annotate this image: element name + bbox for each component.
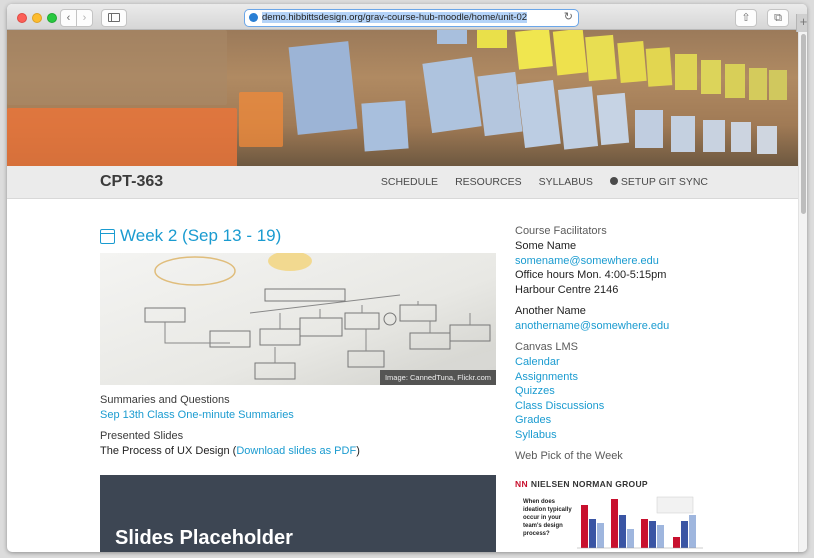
slides-description: The Process of UX Design (Download slide… <box>100 445 496 457</box>
lms-link-assignments[interactable]: Assignments <box>515 370 715 385</box>
title-bar: ‹ › demo.hibbittsdesign.org/grav-course-… <box>7 4 807 30</box>
url-text: demo.hibbittsdesign.org/grav-course-hub-… <box>262 12 528 23</box>
slides-label: Presented Slides <box>100 430 184 442</box>
facilitators-heading: Course Facilitators <box>515 225 607 237</box>
header-banner-image <box>7 30 798 166</box>
sidebar-toggle-button[interactable] <box>101 9 127 27</box>
nn-logo: NN <box>515 479 528 489</box>
facilitator-1-location: Harbour Centre 2146 <box>515 283 619 296</box>
share-icon: ⇧ <box>741 12 751 24</box>
back-button[interactable]: ‹ <box>60 9 77 27</box>
main-content: Week 2 (Sep 13 - 19) Image: CannedTuna, … <box>100 225 496 457</box>
nav-setup-git-sync[interactable]: SETUP GIT SYNC <box>609 176 708 188</box>
nn-question: When does ideation typically occur in yo… <box>523 499 572 537</box>
lms-heading: Canvas LMS <box>515 341 578 353</box>
plus-icon: + <box>799 14 807 29</box>
scrollbar-thumb[interactable] <box>801 34 806 214</box>
download-slides-link[interactable]: Download slides as PDF <box>236 445 356 457</box>
main-nav: SCHEDULE RESOURCES SYLLABUS SETUP GIT SY… <box>381 176 708 188</box>
facilitator-2-name: Another Name <box>515 305 586 317</box>
nav-schedule[interactable]: SCHEDULE <box>381 176 438 188</box>
new-tab-button[interactable]: + <box>796 14 807 32</box>
image-credit: Image: CannedTuna, Flickr.com <box>379 370 496 385</box>
week-title-text: Week 2 (Sep 13 - 19) <box>120 226 282 245</box>
summaries-link[interactable]: Sep 13th Class One-minute Summaries <box>100 409 496 421</box>
lms-link-calendar[interactable]: Calendar <box>515 355 715 370</box>
facilitator-1-email[interactable]: somename@somewhere.edu <box>515 254 715 269</box>
calendar-icon <box>100 228 115 244</box>
browser-window: ‹ › demo.hibbittsdesign.org/grav-course-… <box>7 4 807 552</box>
unit-image: Image: CannedTuna, Flickr.com <box>100 253 496 385</box>
web-pick-heading: Web Pick of the Week <box>515 450 623 462</box>
nn-brand-name: NIELSEN NORMAN GROUP <box>530 479 648 489</box>
lms-link-syllabus[interactable]: Syllabus <box>515 428 715 443</box>
lms-link-class-discussions[interactable]: Class Discussions <box>515 399 715 414</box>
lms-link-grades[interactable]: Grades <box>515 413 715 428</box>
sidebar-icon <box>108 13 120 22</box>
forward-icon: › <box>82 12 87 24</box>
page-scrollbar[interactable] <box>798 30 807 552</box>
summaries-label: Summaries and Questions <box>100 394 230 406</box>
facilitator-2-email[interactable]: anothername@somewhere.edu <box>515 319 715 334</box>
course-nav-bar: CPT-363 SCHEDULE RESOURCES SYLLABUS SETU… <box>7 166 798 199</box>
course-title[interactable]: CPT-363 <box>100 173 163 191</box>
sidebar: Course Facilitators Some Name somename@s… <box>515 225 715 464</box>
slides-placeholder-title: Slides Placeholder <box>115 527 293 549</box>
slides-paren: ) <box>356 445 360 457</box>
close-window-button[interactable] <box>17 13 27 23</box>
web-pick-card[interactable]: NN NIELSEN NORMAN GROUP When does ideatio… <box>515 479 705 552</box>
reload-icon[interactable]: ↻ <box>564 10 573 25</box>
slides-embed[interactable]: Slides Placeholder <box>100 475 496 552</box>
forward-button[interactable]: › <box>76 9 93 27</box>
share-button[interactable]: ⇧ <box>735 9 757 27</box>
zoom-window-button[interactable] <box>47 13 57 23</box>
back-icon: ‹ <box>66 12 71 24</box>
week-title: Week 2 (Sep 13 - 19) <box>100 225 496 247</box>
show-tabs-button[interactable]: ⧉ <box>767 9 789 27</box>
nav-syllabus[interactable]: SYLLABUS <box>539 176 593 188</box>
gear-icon <box>609 177 618 185</box>
tabs-icon: ⧉ <box>774 12 782 24</box>
site-globe-icon <box>249 13 258 22</box>
nav-setup-git-sync-label: SETUP GIT SYNC <box>620 176 708 188</box>
minimize-window-button[interactable] <box>32 13 42 23</box>
nn-brand: NN NIELSEN NORMAN GROUP <box>515 479 705 489</box>
nn-bar-chart-thumbnail <box>577 496 703 549</box>
lms-link-quizzes[interactable]: Quizzes <box>515 384 715 399</box>
address-bar[interactable]: demo.hibbittsdesign.org/grav-course-hub-… <box>244 9 579 27</box>
facilitator-1-hours: Office hours Mon. 4:00-5:15pm <box>515 269 667 281</box>
nav-resources[interactable]: RESOURCES <box>455 176 522 188</box>
facilitator-1-name: Some Name <box>515 240 577 252</box>
slides-title: The Process of UX Design ( <box>100 445 237 457</box>
flow-diagram-photo <box>144 253 496 385</box>
